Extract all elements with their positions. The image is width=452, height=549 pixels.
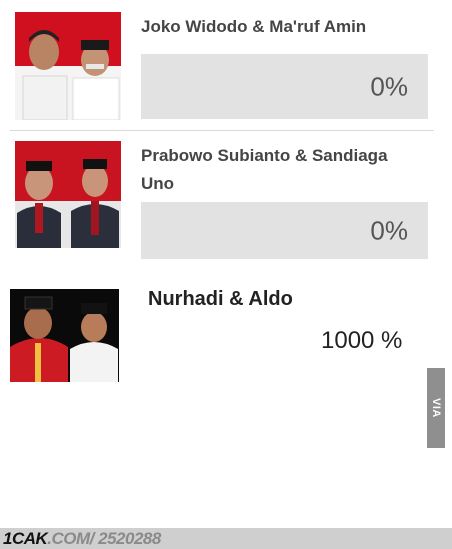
- candidate-3-photo: [10, 289, 119, 382]
- candidate-1-name: Joko Widodo & Ma'ruf Amin: [141, 17, 367, 36]
- footer-watermark-bar: 1CAK.COM/ 2520288: [0, 528, 452, 549]
- divider: [10, 130, 434, 131]
- candidate-2-vote-bar: 0%: [141, 202, 428, 259]
- candidate-2-percentage: 0%: [370, 215, 408, 245]
- candidate-2-name-line-1: Prabowo Subianto & Sandiaga: [141, 146, 388, 165]
- candidate-1-photo: [15, 12, 121, 120]
- footer-brand: 1CAK: [3, 529, 48, 548]
- candidate-1-vote-bar: 0%: [141, 54, 428, 119]
- footer-watermark-text: 1CAK.COM/ 2520288: [3, 529, 161, 549]
- footer-path: .COM/ 2520288: [47, 529, 161, 548]
- candidate-3-name: Nurhadi & Aldo: [148, 288, 293, 310]
- candidate-2-photo: [15, 141, 121, 248]
- candidate-3-percentage: 1000 %: [321, 327, 403, 354]
- candidate-1-percentage: 0%: [370, 71, 408, 101]
- candidate-2-name-line-2: Uno: [141, 174, 175, 193]
- side-watermark: VIA 1CAK.COM: [412, 368, 445, 448]
